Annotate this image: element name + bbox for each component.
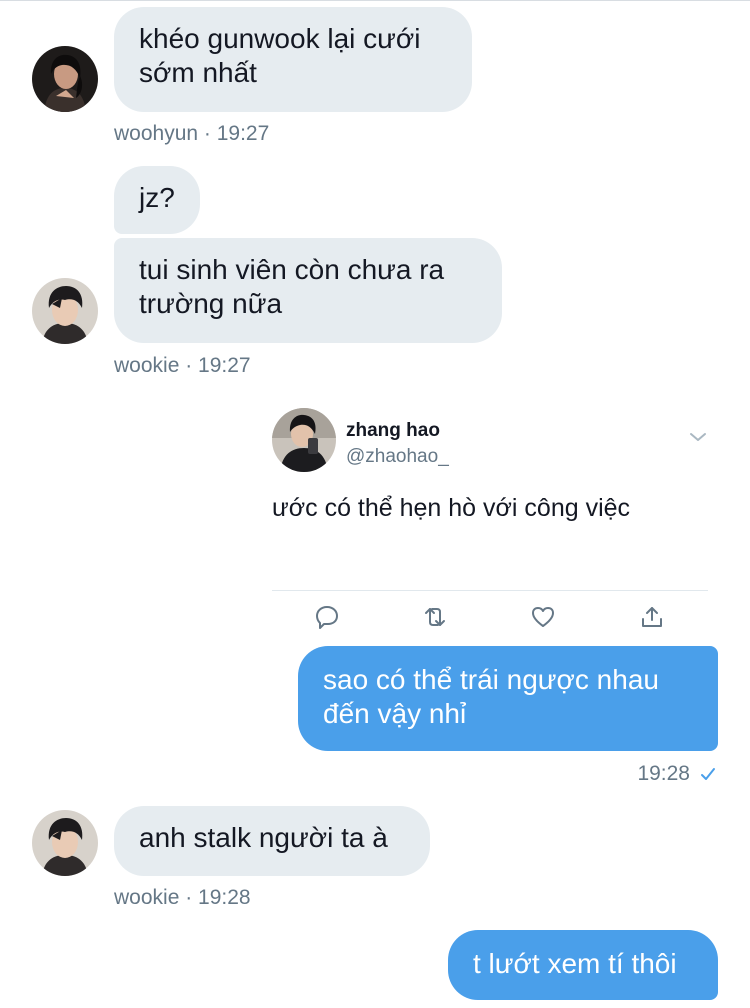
tweet-divider bbox=[272, 590, 708, 591]
top-divider bbox=[0, 0, 750, 1]
message-text: jz? bbox=[139, 182, 175, 213]
message-text: t lướt xem tí thôi bbox=[473, 948, 677, 979]
like-icon[interactable] bbox=[530, 604, 556, 630]
message-text: khéo gunwook lại cưới sớm nhất bbox=[139, 23, 421, 88]
shared-tweet-card[interactable]: zhang hao @zhaohao_ ước có thể hẹn hò vớ… bbox=[272, 404, 708, 642]
message-meta: wookie · 19:28 bbox=[114, 886, 251, 909]
message-meta: woohyun · 19:27 bbox=[114, 122, 270, 145]
share-icon[interactable] bbox=[639, 604, 665, 630]
message-text: tui sinh viên còn chưa ra trường nữa bbox=[139, 254, 445, 319]
wookie-photo bbox=[32, 810, 98, 876]
zhang-hao-photo bbox=[272, 408, 336, 472]
tweet-author-name[interactable]: zhang hao bbox=[346, 420, 440, 442]
reply-icon[interactable] bbox=[314, 604, 340, 630]
message-meta-outgoing: 19:28 bbox=[637, 762, 716, 786]
chevron-down-icon[interactable] bbox=[688, 430, 708, 444]
message-bubble[interactable]: khéo gunwook lại cưới sớm nhất bbox=[114, 7, 472, 112]
message-meta: wookie · 19:27 bbox=[114, 354, 251, 377]
message-bubble[interactable]: jz? bbox=[114, 166, 200, 234]
wookie-photo bbox=[32, 278, 98, 344]
tweet-author-handle[interactable]: @zhaohao_ bbox=[346, 446, 449, 468]
avatar-woohyun[interactable] bbox=[32, 46, 98, 112]
message-bubble-outgoing[interactable]: t lướt xem tí thôi bbox=[448, 930, 718, 1000]
checkmark-icon bbox=[701, 768, 715, 780]
avatar-wookie[interactable] bbox=[32, 810, 98, 876]
message-bubble[interactable]: tui sinh viên còn chưa ra trường nữa bbox=[114, 238, 502, 343]
message-text: sao có thể trái ngược nhau đến vậy nhỉ bbox=[323, 664, 659, 729]
tweet-author-avatar[interactable] bbox=[272, 408, 336, 472]
avatar-wookie[interactable] bbox=[32, 278, 98, 344]
message-time: 19:28 bbox=[637, 762, 690, 785]
message-bubble[interactable]: anh stalk người ta à bbox=[114, 806, 430, 876]
woohyun-photo bbox=[32, 46, 98, 112]
retweet-icon[interactable] bbox=[422, 604, 448, 630]
message-bubble-outgoing[interactable]: sao có thể trái ngược nhau đến vậy nhỉ bbox=[298, 646, 718, 751]
message-text: anh stalk người ta à bbox=[139, 822, 388, 853]
tweet-text: ước có thể hẹn hò với công việc bbox=[272, 494, 631, 522]
